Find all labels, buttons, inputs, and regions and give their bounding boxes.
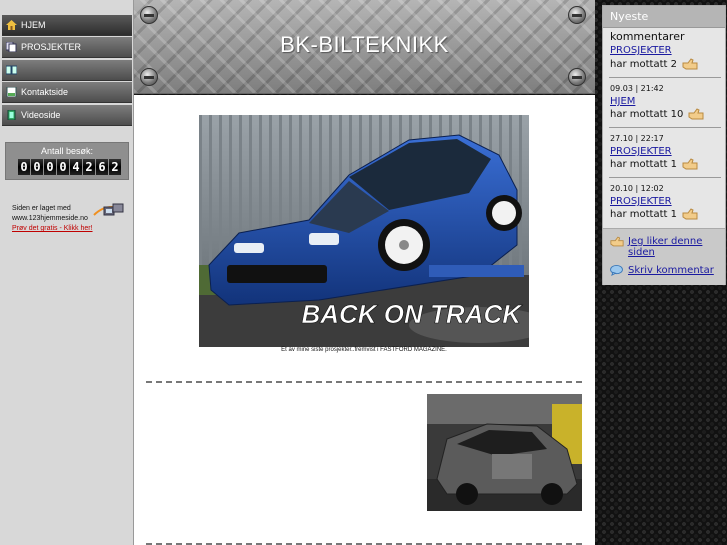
thumbs-up-icon xyxy=(682,208,698,220)
contact-page-icon xyxy=(6,87,17,97)
comments-title: Nyeste xyxy=(610,10,649,23)
write-comment-label: Skriv kommentar xyxy=(628,265,714,276)
comment-date: 09.03 | 21:42 xyxy=(610,84,664,93)
nav-item-hjem[interactable]: HJEM xyxy=(2,15,132,36)
comment-separator xyxy=(609,177,721,178)
main-content: BACK ON TRACK Et av mine siste prosjekte… xyxy=(134,95,595,545)
counter-digit: 0 xyxy=(31,159,43,175)
website-builder-logo-icon[interactable] xyxy=(92,201,126,221)
pages-icon xyxy=(6,42,17,52)
photo-caption: Et av mine siste prosjekter..fremvist i … xyxy=(281,347,447,353)
film-icon xyxy=(7,110,16,120)
site-title: BK-BILTEKNIKK xyxy=(280,32,449,57)
comment-count: har mottatt 1 xyxy=(610,158,677,170)
nav-item-book[interactable] xyxy=(2,60,132,81)
counter-digit: 2 xyxy=(83,159,95,175)
comment-link[interactable]: PROSJEKTER xyxy=(610,196,672,207)
nav-item-label: HJEM xyxy=(21,20,46,30)
comment-date: 20.10 | 12:02 xyxy=(610,184,664,193)
like-page-label: Jeg liker denne siden xyxy=(628,236,703,258)
bolt-icon xyxy=(568,68,586,86)
comment-link[interactable]: PROSJEKTER xyxy=(610,146,672,157)
workshop-image xyxy=(427,394,582,511)
made-with-text: Siden er laget med www.123hjemmeside.no xyxy=(12,204,88,224)
comment-link[interactable]: HJEM xyxy=(610,96,635,107)
thumbs-up-icon xyxy=(610,236,624,247)
like-page-link[interactable]: Jeg liker denne siden xyxy=(610,236,722,258)
photo-headline: BACK ON TRACK xyxy=(301,299,523,329)
nav-item-prosjekter[interactable]: PROSJEKTER xyxy=(2,37,132,58)
nav-item-label: Videoside xyxy=(21,110,61,120)
comment-text: har mottatt 1 xyxy=(610,158,698,170)
car-magazine-photo: BACK ON TRACK xyxy=(199,115,529,347)
counter-label: Antall besøk: xyxy=(40,146,94,156)
counter-digits: 0 0 0 0 4 2 6 2 xyxy=(18,159,121,175)
thumbs-up-icon xyxy=(682,58,698,70)
counter-digit: 0 xyxy=(44,159,56,175)
book-icon xyxy=(6,65,17,75)
comment-count: har mottatt 10 xyxy=(610,108,684,120)
home-icon xyxy=(6,20,17,30)
comment-link[interactable]: PROSJEKTER xyxy=(610,45,672,56)
divider xyxy=(146,381,582,383)
made-with-line1: Siden er laget med xyxy=(12,205,71,212)
bolt-icon xyxy=(140,6,158,24)
counter-digit: 6 xyxy=(96,159,108,175)
nav-item-label: Kontaktside xyxy=(21,87,69,97)
left-sidebar: HJEM PROSJEKTER Kontaktside Videoside An… xyxy=(0,0,134,545)
counter-digit: 2 xyxy=(109,159,121,175)
made-with-line2: www.123hjemmeside.no xyxy=(12,215,88,222)
thumbs-up-icon xyxy=(688,108,704,120)
comment-text: har mottatt 10 xyxy=(610,108,704,120)
latest-comments-panel: Nyeste kommentarer PROSJEKTER har mottat… xyxy=(602,5,726,285)
nav-item-videoside[interactable]: Videoside xyxy=(2,105,132,126)
counter-digit: 4 xyxy=(70,159,82,175)
comment-separator xyxy=(609,127,721,128)
nav-item-kontaktside[interactable]: Kontaktside xyxy=(2,82,132,103)
counter-digit: 0 xyxy=(18,159,30,175)
site-header: BK-BILTEKNIKK xyxy=(134,0,595,94)
visitor-counter: Antall besøk: 0 0 0 0 4 2 6 2 xyxy=(5,142,129,180)
car-image: BACK ON TRACK xyxy=(199,115,529,347)
comments-footer: Jeg liker denne siden Skriv kommentar xyxy=(603,228,725,285)
comments-title-line2: kommentarer xyxy=(610,30,685,43)
comment-count: har mottatt 1 xyxy=(610,208,677,220)
bolt-icon xyxy=(140,68,158,86)
comment-text: har mottatt 2 xyxy=(610,58,698,70)
counter-digit: 0 xyxy=(57,159,69,175)
comment-count: har mottatt 2 xyxy=(610,58,677,70)
thumbs-up-icon xyxy=(682,158,698,170)
comments-header: Nyeste xyxy=(603,6,725,28)
comment-separator xyxy=(609,77,721,78)
workshop-photo xyxy=(427,394,582,511)
write-comment-link[interactable]: Skriv kommentar xyxy=(610,265,714,276)
try-free-link[interactable]: Prøv det gratis - Klikk her! xyxy=(12,225,93,232)
comment-text: har mottatt 1 xyxy=(610,208,698,220)
bolt-icon xyxy=(568,6,586,24)
nav-item-label: PROSJEKTER xyxy=(21,42,82,52)
comment-date: 27.10 | 22:17 xyxy=(610,134,664,143)
speech-bubble-icon xyxy=(610,265,623,276)
